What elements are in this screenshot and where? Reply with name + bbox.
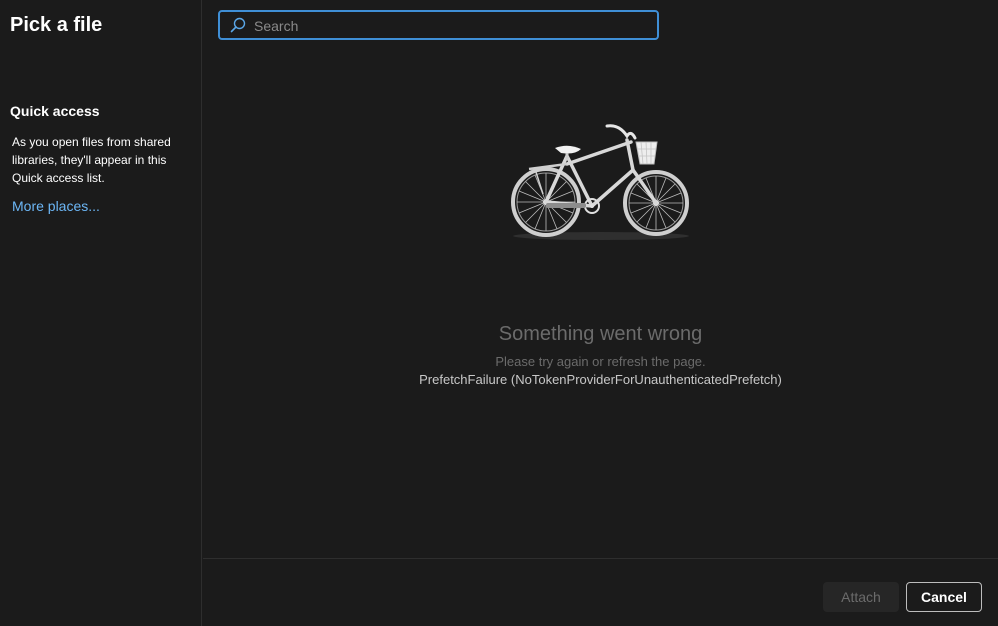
page-title: Pick a file [10,14,103,36]
error-title: Something went wrong [498,323,703,345]
search-icon [230,17,246,33]
quick-access-description: As you open files from shared libraries,… [12,135,171,185]
more-places-link[interactable]: More places... [12,198,100,214]
cancel-button[interactable]: Cancel [906,582,982,612]
footer-divider [203,558,998,559]
search-box[interactable] [218,10,659,40]
error-code: PrefetchFailure (NoTokenProviderForUnaut… [419,372,782,387]
search-input[interactable] [252,14,651,38]
sidebar: Pick a file Quick access As you open fil… [0,0,202,626]
quick-access-heading: Quick access [10,103,100,119]
error-subtitle: Please try again or refresh the page. [495,354,706,369]
attach-button[interactable]: Attach [823,582,899,612]
bicycle-illustration [511,124,689,240]
